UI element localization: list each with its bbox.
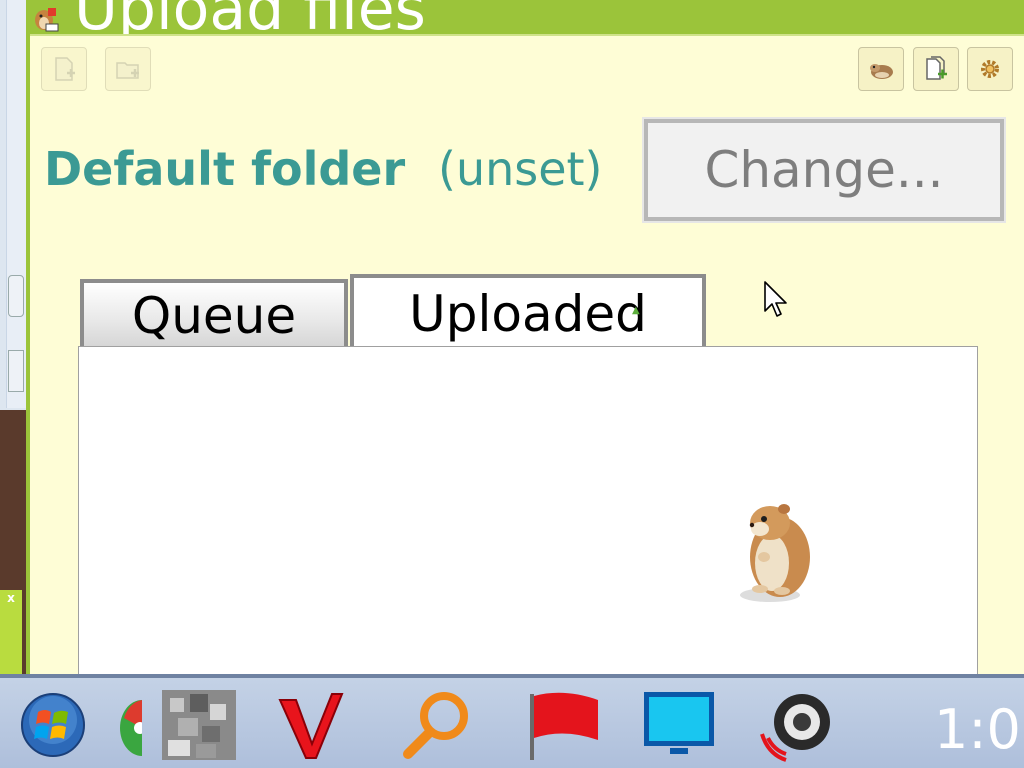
background-window-icon [8,350,24,392]
app-hamster-icon [35,8,59,32]
add-file-icon [926,56,947,80]
pixelated-photo-icon[interactable] [160,688,238,762]
change-folder-button[interactable]: Change... [642,117,1006,223]
red-flag-icon[interactable] [524,688,602,762]
title-bar-divider [30,34,1024,36]
hamster-button[interactable] [858,47,904,91]
hamster-mascot-icon [740,504,810,602]
window-title: Upload files [74,0,426,34]
add-folder-button[interactable] [105,47,151,91]
default-folder-value: (unset) [438,142,603,196]
add-folder-icon [116,62,139,79]
search-icon[interactable] [398,688,476,762]
v-app-icon[interactable] [276,688,354,762]
taskbar: 1:07 [0,674,1024,768]
add-file-button[interactable] [913,47,959,91]
chrome-icon[interactable] [118,688,142,762]
mouse-cursor-icon [764,281,787,317]
tab-queue[interactable]: Queue [80,279,348,349]
background-gadget-close-button[interactable]: x [2,590,20,606]
settings-icon [981,60,999,78]
monitor-icon[interactable] [640,688,718,762]
settings-button[interactable] [967,47,1013,91]
uploaded-files-list[interactable] [78,346,978,678]
new-upload-button[interactable] [41,47,87,91]
upload-files-window: Upload files [26,0,1024,678]
new-document-icon [55,57,75,81]
background-window-icon [8,275,24,317]
windows-start-icon[interactable] [20,692,86,758]
tab-uploaded[interactable]: Uploaded [350,274,706,350]
title-bar[interactable]: Upload files [26,0,1024,34]
speaker-icon[interactable] [760,688,838,762]
background-window-edge [6,0,27,408]
default-folder-label: Default folder [44,142,406,196]
hamster-icon [870,64,893,79]
taskbar-clock[interactable]: 1:07 [934,698,1024,761]
sort-ascending-icon: ▲ [632,305,640,316]
